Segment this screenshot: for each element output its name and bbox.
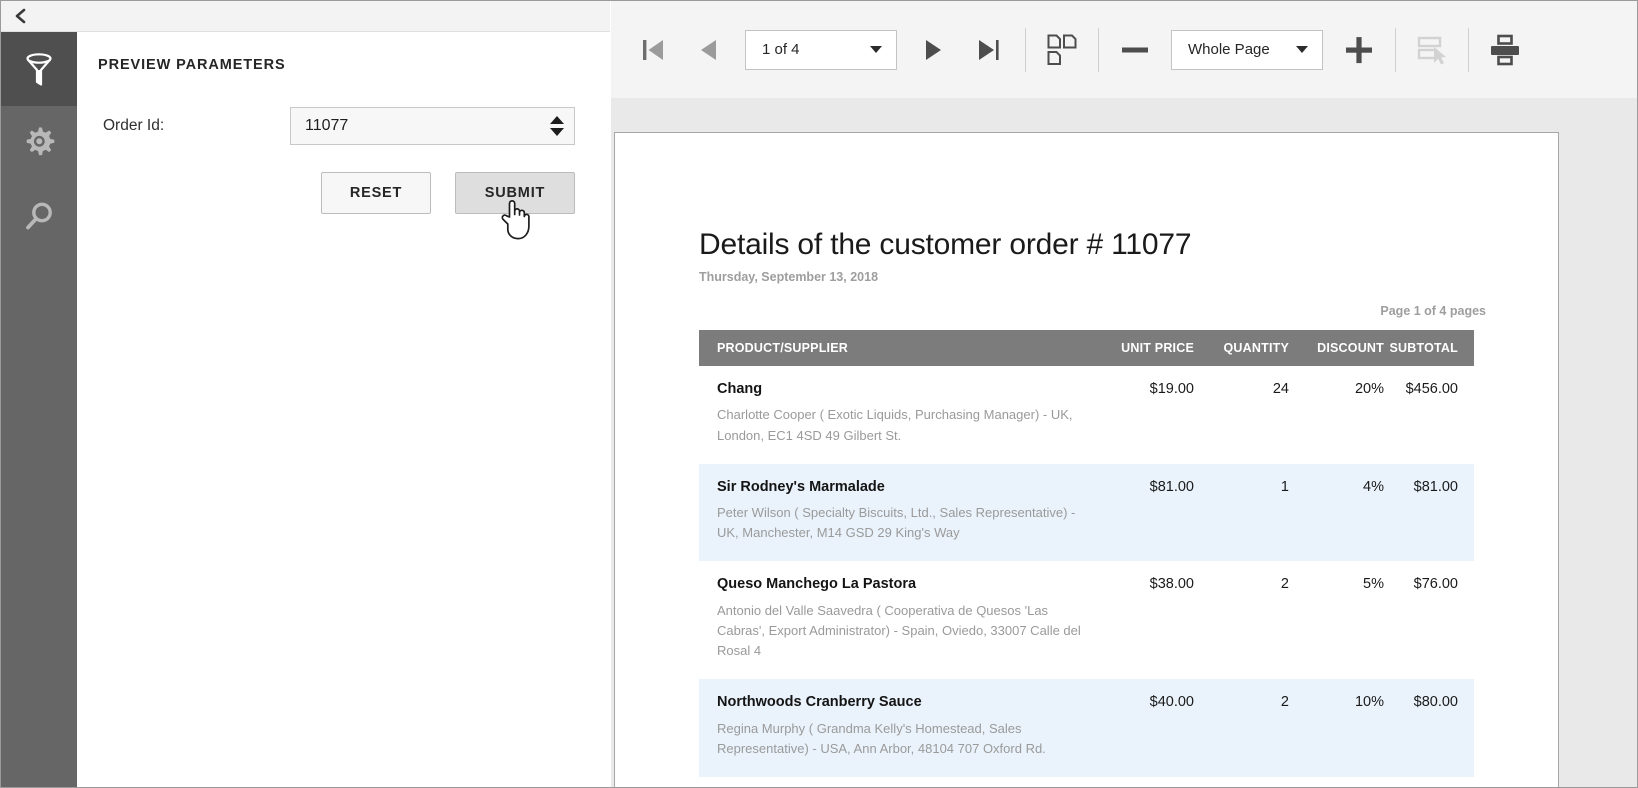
cell-quantity: 2 bbox=[1194, 679, 1289, 777]
triangle-up-icon[interactable] bbox=[549, 116, 565, 125]
order-details-table: PRODUCT/SUPPLIER UNIT PRICE QUANTITY DIS… bbox=[699, 330, 1474, 777]
zoom-selector-value: Whole Page bbox=[1172, 41, 1296, 58]
supplier-info: Charlotte Cooper ( Exotic Liquids, Purch… bbox=[717, 405, 1084, 445]
triangle-down-icon[interactable] bbox=[549, 128, 565, 137]
page-scroll-area[interactable]: Details of the customer order # 11077 Th… bbox=[611, 98, 1638, 788]
page-title: PREVIEW PARAMETERS bbox=[98, 57, 286, 73]
gear-icon bbox=[22, 126, 56, 160]
submit-button[interactable]: SUBMIT bbox=[455, 172, 575, 214]
order-id-row: Order Id: bbox=[77, 107, 610, 147]
order-id-stepper[interactable] bbox=[290, 107, 575, 145]
cell-subtotal: $456.00 bbox=[1384, 366, 1474, 464]
last-page-icon[interactable] bbox=[961, 22, 1017, 78]
document-title: Details of the customer order # 11077 bbox=[699, 228, 1489, 262]
table-row: Chang Charlotte Cooper ( Exotic Liquids,… bbox=[699, 366, 1474, 464]
zoom-in-plus-icon[interactable] bbox=[1331, 22, 1387, 78]
preview-toolbar: 1 of 4 bbox=[611, 1, 1638, 98]
spinner-buttons bbox=[540, 108, 574, 144]
first-page-icon[interactable] bbox=[625, 22, 681, 78]
cell-product: Sir Rodney's Marmalade Peter Wilson ( Sp… bbox=[699, 464, 1084, 562]
report-preview-window: PREVIEW PARAMETERS Order Id: RESET SUBMI… bbox=[0, 0, 1638, 788]
toolbar-divider bbox=[1098, 28, 1099, 72]
cell-discount: 10% bbox=[1289, 679, 1384, 777]
chevron-down-icon bbox=[1296, 46, 1308, 53]
column-header-quantity: QUANTITY bbox=[1194, 330, 1289, 366]
cell-product: Chang Charlotte Cooper ( Exotic Liquids,… bbox=[699, 366, 1084, 464]
chevron-left-icon[interactable] bbox=[1, 1, 41, 32]
chevron-down-icon bbox=[870, 46, 882, 53]
cell-discount: 5% bbox=[1289, 561, 1384, 679]
reset-button[interactable]: RESET bbox=[321, 172, 431, 214]
table-header: PRODUCT/SUPPLIER UNIT PRICE QUANTITY DIS… bbox=[699, 330, 1474, 366]
document-date: Thursday, September 13, 2018 bbox=[699, 270, 1489, 284]
search-icon bbox=[22, 200, 56, 234]
column-header-subtotal: SUBTOTAL bbox=[1384, 330, 1474, 366]
supplier-info: Regina Murphy ( Grandma Kelly's Homestea… bbox=[717, 719, 1084, 759]
icon-rail bbox=[1, 32, 77, 788]
parameters-panel: PREVIEW PARAMETERS Order Id: RESET SUBMI… bbox=[1, 1, 610, 788]
document-page-info: Page 1 of 4 pages bbox=[699, 304, 1489, 318]
printer-icon[interactable] bbox=[1477, 22, 1533, 78]
toolbar-divider bbox=[1025, 28, 1026, 72]
cell-quantity: 1 bbox=[1194, 464, 1289, 562]
product-name: Northwoods Cranberry Sauce bbox=[717, 694, 1084, 711]
zoom-out-minus-icon[interactable] bbox=[1107, 22, 1163, 78]
cell-discount: 4% bbox=[1289, 464, 1384, 562]
zoom-selector[interactable]: Whole Page bbox=[1171, 30, 1323, 70]
supplier-info: Peter Wilson ( Specialty Biscuits, Ltd.,… bbox=[717, 503, 1084, 543]
document-page: Details of the customer order # 11077 Th… bbox=[614, 132, 1559, 788]
toolbar-divider bbox=[1468, 28, 1469, 72]
page-selector[interactable]: 1 of 4 bbox=[745, 30, 897, 70]
column-header-unit-price: UNIT PRICE bbox=[1084, 330, 1194, 366]
cell-quantity: 24 bbox=[1194, 366, 1289, 464]
cell-discount: 20% bbox=[1289, 366, 1384, 464]
page-selector-value: 1 of 4 bbox=[746, 41, 870, 58]
form-actions: RESET SUBMIT bbox=[77, 172, 610, 214]
supplier-info: Antonio del Valle Saavedra ( Cooperativa… bbox=[717, 601, 1084, 661]
next-page-icon[interactable] bbox=[905, 22, 961, 78]
table-row: Northwoods Cranberry Sauce Regina Murphy… bbox=[699, 679, 1474, 777]
cell-unit-price: $38.00 bbox=[1084, 561, 1194, 679]
sidebar-item-search[interactable] bbox=[1, 180, 77, 254]
cell-subtotal: $80.00 bbox=[1384, 679, 1474, 777]
multipage-view-icon[interactable] bbox=[1034, 22, 1090, 78]
select-tool-icon[interactable] bbox=[1404, 22, 1460, 78]
panel-topbar bbox=[1, 1, 610, 32]
cell-unit-price: $40.00 bbox=[1084, 679, 1194, 777]
table-row: Queso Manchego La Pastora Antonio del Va… bbox=[699, 561, 1474, 679]
sidebar-item-settings[interactable] bbox=[1, 106, 77, 180]
table-row: Sir Rodney's Marmalade Peter Wilson ( Sp… bbox=[699, 464, 1474, 562]
cell-unit-price: $19.00 bbox=[1084, 366, 1194, 464]
sidebar-item-parameters[interactable] bbox=[1, 32, 77, 106]
cell-unit-price: $81.00 bbox=[1084, 464, 1194, 562]
parameters-form: PREVIEW PARAMETERS Order Id: RESET SUBMI… bbox=[77, 32, 610, 788]
toolbar-divider bbox=[1395, 28, 1396, 72]
cell-product: Northwoods Cranberry Sauce Regina Murphy… bbox=[699, 679, 1084, 777]
previous-page-icon[interactable] bbox=[681, 22, 737, 78]
cell-subtotal: $76.00 bbox=[1384, 561, 1474, 679]
product-name: Chang bbox=[717, 381, 1084, 398]
document-preview: 1 of 4 bbox=[611, 1, 1638, 788]
order-id-input[interactable] bbox=[291, 117, 540, 135]
cell-subtotal: $81.00 bbox=[1384, 464, 1474, 562]
cell-quantity: 2 bbox=[1194, 561, 1289, 679]
product-name: Sir Rodney's Marmalade bbox=[717, 479, 1084, 496]
product-name: Queso Manchego La Pastora bbox=[717, 576, 1084, 593]
table-body: Chang Charlotte Cooper ( Exotic Liquids,… bbox=[699, 366, 1474, 777]
column-header-product: PRODUCT/SUPPLIER bbox=[699, 330, 1084, 366]
order-id-label: Order Id: bbox=[103, 117, 164, 135]
filter-funnel-icon bbox=[22, 51, 56, 87]
column-header-discount: DISCOUNT bbox=[1289, 330, 1384, 366]
cell-product: Queso Manchego La Pastora Antonio del Va… bbox=[699, 561, 1084, 679]
document-content: Details of the customer order # 11077 Th… bbox=[699, 133, 1489, 777]
